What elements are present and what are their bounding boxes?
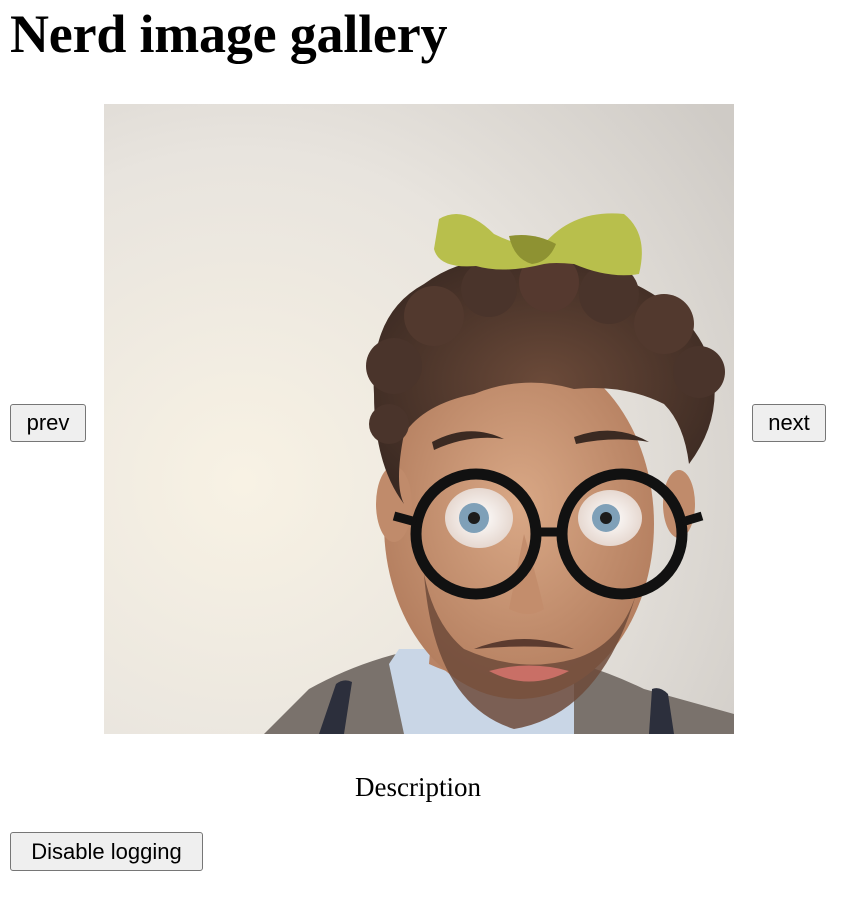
- disable-logging-button[interactable]: Disable logging: [10, 832, 203, 871]
- prev-button[interactable]: prev: [10, 404, 86, 442]
- page-title: Nerd image gallery: [10, 4, 448, 64]
- image-description: Description: [355, 772, 481, 802]
- nerd-portrait-illustration: [104, 104, 734, 734]
- next-button[interactable]: next: [752, 404, 826, 442]
- gallery-image: [104, 104, 734, 734]
